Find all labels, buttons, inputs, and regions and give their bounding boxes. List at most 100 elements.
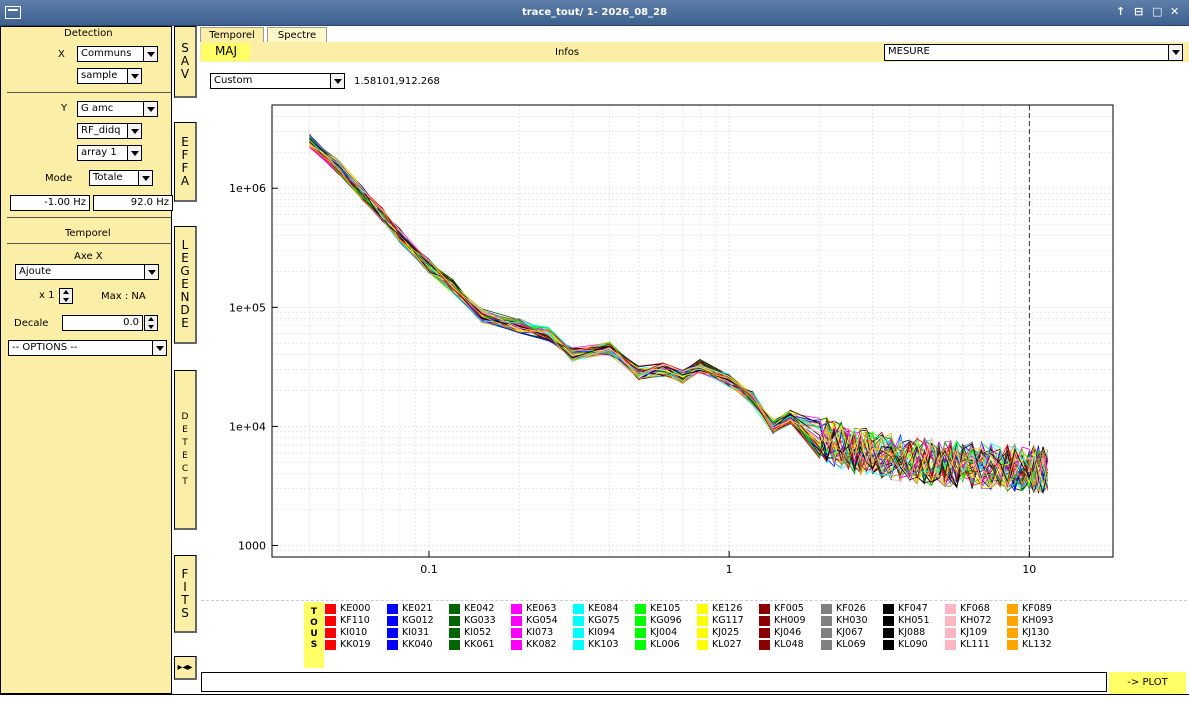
tous-toggle[interactable]: TOUS [304, 602, 324, 668]
effa-letter: F [181, 147, 189, 162]
effa-letter: E [181, 134, 189, 149]
effa-button[interactable]: EFFA [174, 122, 197, 202]
chevron-down-icon [143, 47, 157, 61]
legend-label: KH093 [1022, 615, 1054, 626]
legend-label: KJ130 [1022, 627, 1050, 638]
x-source-select[interactable]: Communs [77, 46, 158, 62]
minimize-icon[interactable]: ⊟ [1134, 5, 1143, 18]
legende-button[interactable]: LEGENDE [174, 226, 197, 344]
raise-icon[interactable]: ↑ [1116, 5, 1125, 18]
series-line [309, 142, 1048, 495]
divider [7, 92, 171, 93]
mesure-select[interactable]: MESURE [884, 44, 1183, 61]
color-swatch [573, 628, 584, 638]
chevron-down-icon [138, 171, 152, 185]
tous-letter: U [310, 629, 318, 639]
color-swatch [821, 640, 832, 650]
color-swatch [387, 604, 398, 614]
series-line [309, 135, 1048, 493]
maj-button[interactable]: MAJ [202, 43, 250, 61]
decale-stepper[interactable] [144, 315, 158, 331]
color-swatch [325, 640, 336, 650]
decale-field[interactable]: 0.0 [62, 315, 143, 331]
legend-label: KG096 [650, 615, 682, 626]
mode-label: Mode [45, 173, 73, 184]
color-swatch [573, 640, 584, 650]
legend-label: KG012 [402, 615, 434, 626]
legend-label: KF026 [836, 603, 866, 614]
color-swatch [1007, 616, 1018, 626]
chevron-down-icon [127, 69, 141, 83]
color-swatch [387, 616, 398, 626]
series-line [309, 140, 1048, 487]
legend-label: KL069 [836, 639, 866, 650]
series-line [309, 136, 1048, 491]
color-swatch [821, 628, 832, 638]
collapse-nav-icon[interactable]: ▸◂▸ [174, 656, 197, 680]
y-source-select[interactable]: G amc [77, 101, 158, 117]
chevron-down-icon [127, 124, 141, 138]
fits-letter: S [181, 605, 189, 620]
divider [7, 217, 171, 218]
command-input[interactable] [201, 672, 1107, 692]
spectrum-chart[interactable]: 0.1 1 10 1000 1e+04 1e+05 1e+06 [201, 63, 1187, 599]
sav-button[interactable]: SAV [174, 26, 197, 98]
fits-button[interactable]: FITS [174, 555, 197, 633]
mode-select[interactable]: Totale [89, 170, 153, 186]
x-field-select[interactable]: sample [77, 68, 142, 84]
axe-x-select[interactable]: Ajoute [15, 264, 159, 280]
color-swatch [697, 604, 708, 614]
tab-spectre[interactable]: Spectre [267, 27, 327, 43]
series-line [309, 139, 1048, 490]
series-line [309, 143, 1048, 489]
series-line [309, 140, 1048, 493]
series-line [309, 136, 1048, 493]
color-swatch [883, 616, 894, 626]
options-select[interactable]: -- OPTIONS -- [8, 340, 167, 356]
series-line [309, 142, 1048, 481]
legend-label: KJ025 [712, 627, 740, 638]
series-line [309, 138, 1048, 494]
series-line [309, 137, 1048, 490]
legend-label: KE000 [340, 603, 371, 614]
detect-button[interactable]: DETECT [174, 370, 197, 530]
plot-button[interactable]: -> PLOT [1109, 672, 1186, 694]
legend-label: KJ004 [650, 627, 678, 638]
freq-min-field[interactable]: -1.00 Hz [10, 195, 90, 211]
tous-letter: T [310, 607, 318, 617]
freq-max-field[interactable]: 92.0 Hz [93, 195, 173, 211]
color-swatch [945, 628, 956, 638]
legend-label: KJ109 [960, 627, 988, 638]
color-swatch [945, 604, 956, 614]
series-line [309, 142, 1048, 491]
maximize-icon[interactable]: □ [1152, 5, 1162, 18]
series-line [309, 145, 1048, 487]
legend-label: KE084 [588, 603, 619, 614]
legend-label: KK019 [340, 639, 371, 650]
axe-x-label: Axe X [74, 251, 103, 262]
legend-label: KG075 [588, 615, 620, 626]
y-array-select[interactable]: array 1 [77, 145, 142, 161]
series-line [309, 147, 1048, 492]
series-line [309, 144, 1048, 492]
close-icon[interactable]: ✕ [1170, 5, 1179, 18]
max-label: Max : NA [101, 291, 146, 302]
color-swatch [821, 616, 832, 626]
tab-temporel[interactable]: Temporel [200, 27, 264, 43]
fits-letter: T [181, 592, 189, 607]
tous-letter: S [310, 640, 318, 650]
color-swatch [325, 616, 336, 626]
color-swatch [759, 616, 770, 626]
detect-letter: E [182, 424, 188, 435]
color-swatch [635, 628, 646, 638]
series-line [309, 146, 1048, 487]
chevron-down-icon [143, 102, 157, 116]
legend-label: KJ046 [774, 627, 802, 638]
bottom-edge [0, 694, 1189, 703]
series-line [309, 139, 1048, 491]
multiplier-stepper[interactable] [59, 288, 73, 304]
y-label: Y [61, 103, 68, 114]
color-swatch [573, 604, 584, 614]
detect-letter: T [182, 437, 188, 448]
y-field-select[interactable]: RF_didq [77, 123, 142, 139]
